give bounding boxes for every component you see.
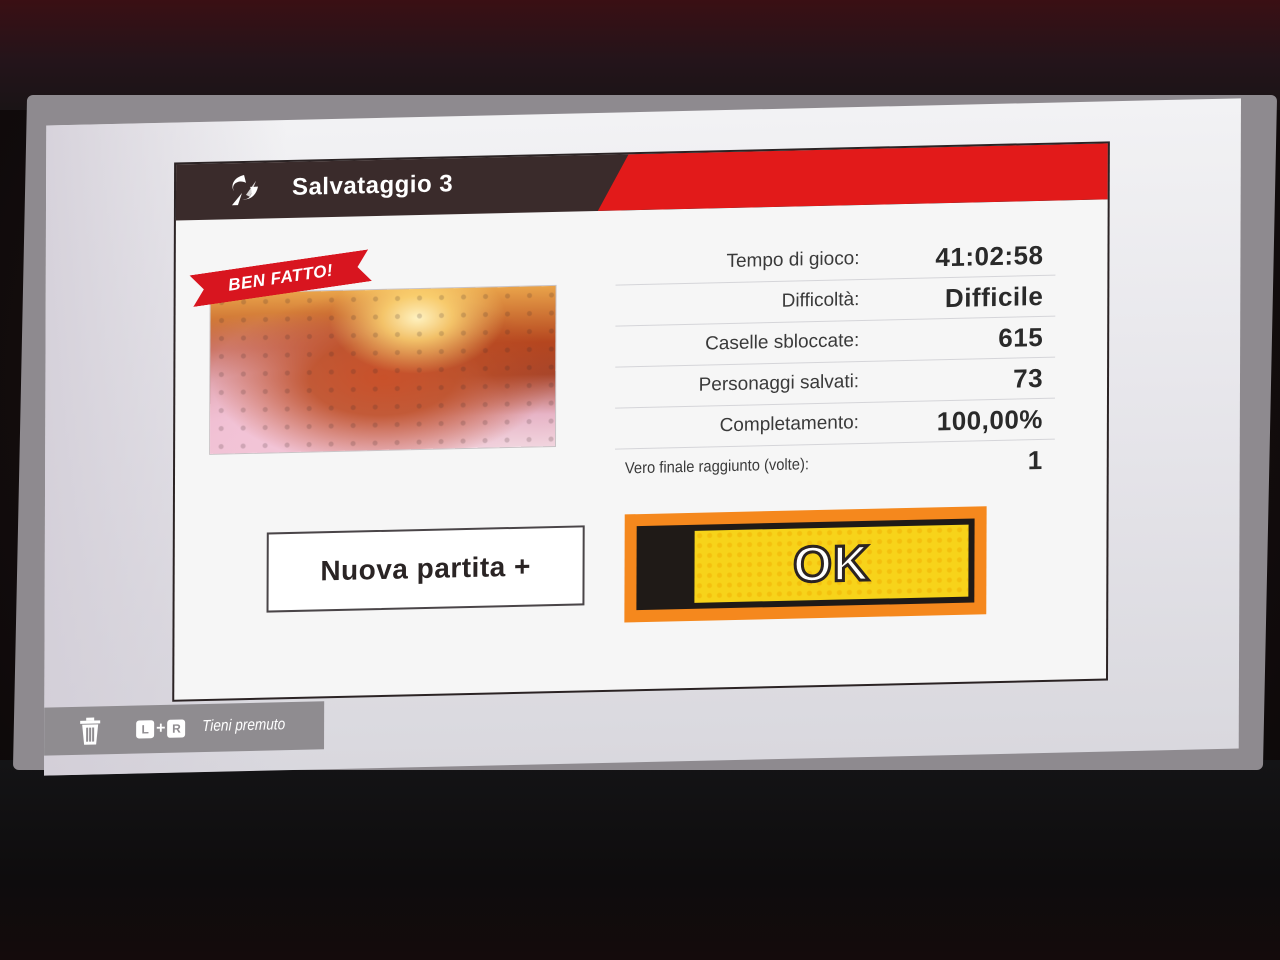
- stat-label: Tempo di gioco:: [726, 248, 860, 273]
- header-red-stripe: [598, 143, 1108, 211]
- screen: Salvataggio 3 BEN FATTO! Tempo di gioco:…: [44, 98, 1241, 776]
- r-button-icon: R: [167, 719, 186, 738]
- stat-label: Caselle sbloccate:: [705, 330, 860, 355]
- dialog-header: Salvataggio 3: [175, 143, 1108, 221]
- save-thumbnail-image: [210, 285, 556, 454]
- device-bezel-bottom: [0, 760, 1280, 960]
- hold-hint-text: Tieni premuto: [202, 716, 286, 736]
- stat-value: 615: [998, 321, 1044, 353]
- l-button-icon: L: [136, 720, 155, 739]
- ok-button-face: OK: [694, 524, 969, 603]
- stat-value: 100,00%: [936, 403, 1043, 436]
- ok-button-frame: OK: [636, 518, 975, 611]
- new-game-plus-button[interactable]: Nuova partita +: [266, 525, 585, 613]
- device-bezel-top: [0, 0, 1280, 110]
- smash-ball-swirl-icon: [231, 174, 259, 206]
- stat-label: Difficoltà:: [781, 289, 860, 312]
- l-plus-r-hint: L + R: [136, 718, 186, 739]
- footer-hint-bar: L + R Tieni premuto: [44, 701, 325, 757]
- save-thumbnail-area: BEN FATTO!: [210, 256, 556, 456]
- plus-sign: +: [156, 719, 166, 738]
- stat-value: Difficile: [944, 280, 1044, 313]
- ok-button-label: OK: [791, 533, 871, 594]
- stat-value: 1: [1027, 444, 1043, 475]
- save-file-dialog: Salvataggio 3 BEN FATTO! Tempo di gioco:…: [174, 143, 1108, 700]
- dialog-title: Salvataggio 3: [291, 170, 454, 201]
- stat-label: Completamento:: [719, 412, 860, 437]
- stats-list: Tempo di gioco: 41:02:58 Difficoltà: Dif…: [614, 234, 1056, 490]
- stat-label: Personaggi salvati:: [698, 371, 860, 396]
- ok-button[interactable]: OK: [624, 506, 987, 623]
- thumbnail-texture: [210, 285, 556, 454]
- trash-icon[interactable]: [74, 714, 106, 747]
- stat-row-true-ending: Vero finale raggiunto (volte): 1: [615, 440, 1055, 490]
- stat-label: Vero finale raggiunto (volte):: [624, 456, 809, 478]
- stat-value: 41:02:58: [935, 239, 1044, 272]
- stat-value: 73: [1013, 362, 1044, 394]
